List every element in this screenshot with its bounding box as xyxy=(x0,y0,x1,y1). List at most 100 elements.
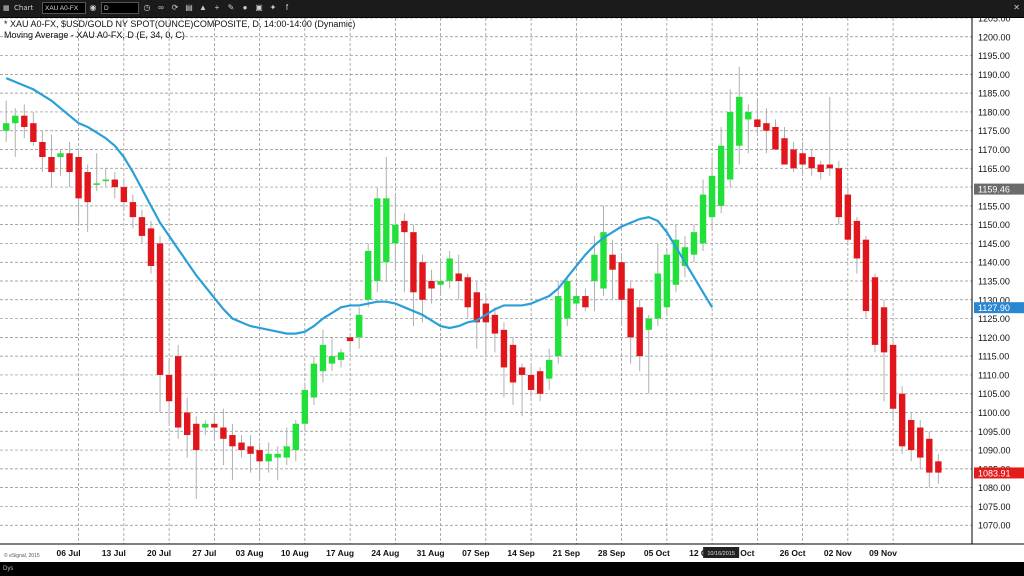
candle-body-up xyxy=(564,281,571,319)
x-tick-label: 31 Aug xyxy=(417,548,445,558)
y-tick-label: 1170.00 xyxy=(978,145,1010,155)
facebook-icon[interactable]: f xyxy=(282,3,292,13)
y-tick-label: 1115.00 xyxy=(978,352,1009,362)
y-tick-label: 1125.00 xyxy=(978,314,1010,324)
candle-body-down xyxy=(156,243,164,375)
candle-body-down xyxy=(419,262,426,300)
y-tick-label: 1185.00 xyxy=(978,89,1010,99)
candle-body-down xyxy=(21,115,28,127)
chart-window-icon: ▦ xyxy=(3,4,10,12)
candle-body-down xyxy=(618,262,625,300)
candle-body-down xyxy=(790,149,797,169)
x-tick-label: 06 Jul xyxy=(57,548,81,558)
candle-body-up xyxy=(645,318,652,330)
x-tick-label: Oct xyxy=(740,548,754,558)
candle-body-down xyxy=(926,438,933,473)
candle xyxy=(898,386,906,454)
symbol-input[interactable]: XAU A0-FX xyxy=(42,2,86,14)
y-tick-label: 1200.00 xyxy=(978,32,1011,42)
candle-body-down xyxy=(84,172,91,203)
last-price-label: 1083.91 xyxy=(978,468,1011,478)
candle-body-down xyxy=(346,337,354,342)
candle-body-up xyxy=(690,232,698,255)
color-icon[interactable]: ● xyxy=(240,3,250,13)
candle-body-up xyxy=(93,183,100,185)
candle-body-up xyxy=(3,123,10,131)
camera-icon[interactable]: ▣ xyxy=(254,3,264,13)
candle-body-down xyxy=(464,277,471,308)
y-tick-label: 1165.00 xyxy=(978,164,1010,174)
x-tick-label: 26 Oct xyxy=(780,548,806,558)
candle-body-up xyxy=(301,389,309,424)
candle-body-down xyxy=(935,461,942,473)
candle-body-down xyxy=(147,228,155,266)
candle-body-up xyxy=(292,423,299,451)
candle-body-up xyxy=(102,179,109,182)
y-tick-label: 1110.00 xyxy=(978,370,1009,380)
chart-area[interactable]: 1070.001075.001080.001085.001090.001095.… xyxy=(0,18,1024,562)
wrench-icon[interactable]: ✎ xyxy=(226,3,236,13)
candle-body-down xyxy=(817,164,824,173)
candle-body-down xyxy=(401,220,408,233)
symbol-options-icon[interactable]: ◉ xyxy=(88,3,98,13)
y-tick-label: 1140.00 xyxy=(978,258,1010,268)
candle-body-down xyxy=(853,220,861,259)
y-tick-label: 1145.00 xyxy=(978,239,1010,249)
candle-body-up xyxy=(319,344,327,372)
candle-body-down xyxy=(500,329,508,368)
candle-body-down xyxy=(428,281,435,289)
candle-body-down xyxy=(518,367,526,375)
y-tick-label: 1080.00 xyxy=(978,483,1011,493)
window-title: Chart xyxy=(14,4,34,12)
x-tick-label: 24 Aug xyxy=(371,548,399,558)
candle-body-up xyxy=(437,281,444,285)
watermark: © eSignal, 2015 xyxy=(4,553,40,559)
reference-price-label: 1159.46 xyxy=(978,185,1010,195)
candle-body-down xyxy=(184,412,191,436)
y-tick-label: 1175.00 xyxy=(978,126,1010,136)
candle xyxy=(365,243,372,308)
candle-body-down xyxy=(908,420,915,451)
x-tick-label: 20 Jul xyxy=(147,548,171,558)
candle xyxy=(835,160,842,225)
candle-body-up xyxy=(337,352,345,360)
x-tick-label: 02 Nov xyxy=(824,548,852,558)
candle-body-down xyxy=(129,202,137,218)
candle xyxy=(663,250,671,315)
candle-body-up xyxy=(392,224,399,244)
interval-input[interactable]: D xyxy=(101,2,139,14)
candle-body-up xyxy=(328,356,336,364)
arrow-up-icon[interactable]: ▲ xyxy=(198,3,208,13)
cycle-icon[interactable]: ⟳ xyxy=(170,3,180,13)
y-tick-label: 1195.00 xyxy=(978,51,1010,61)
candle-body-up xyxy=(546,359,553,379)
candle-body-down xyxy=(39,141,46,158)
y-tick-label: 1100.00 xyxy=(978,408,1010,418)
close-icon[interactable]: ✕ xyxy=(1013,3,1020,12)
status-label: Dys xyxy=(3,566,14,572)
plus-icon[interactable]: + xyxy=(212,3,222,13)
candle-body-down xyxy=(527,374,535,390)
x-tick-label: 17 Aug xyxy=(326,548,354,558)
twitter-icon[interactable]: ✦ xyxy=(268,3,278,13)
grid-icon[interactable]: ▤ xyxy=(184,3,194,13)
candle-body-down xyxy=(898,393,906,447)
candle-body-down xyxy=(256,450,263,462)
link-icon[interactable]: ∞ xyxy=(156,3,166,13)
candle-body-up xyxy=(365,250,372,300)
x-tick-label: 09 Nov xyxy=(869,548,897,558)
y-tick-label: 1135.00 xyxy=(978,277,1010,287)
candle-body-up xyxy=(717,145,725,206)
clock-icon[interactable]: ◷ xyxy=(142,3,152,13)
candle-body-up xyxy=(699,194,707,244)
candle xyxy=(374,187,381,293)
y-tick-label: 1150.00 xyxy=(978,220,1010,230)
candle-body-up xyxy=(202,423,209,428)
candle-body-down xyxy=(247,446,254,454)
candle xyxy=(871,273,879,353)
candle-body-down xyxy=(754,119,761,127)
candle-body-down xyxy=(835,168,842,218)
candle-body-up xyxy=(310,363,318,398)
candle-body-down xyxy=(889,344,897,409)
candle xyxy=(889,337,897,421)
